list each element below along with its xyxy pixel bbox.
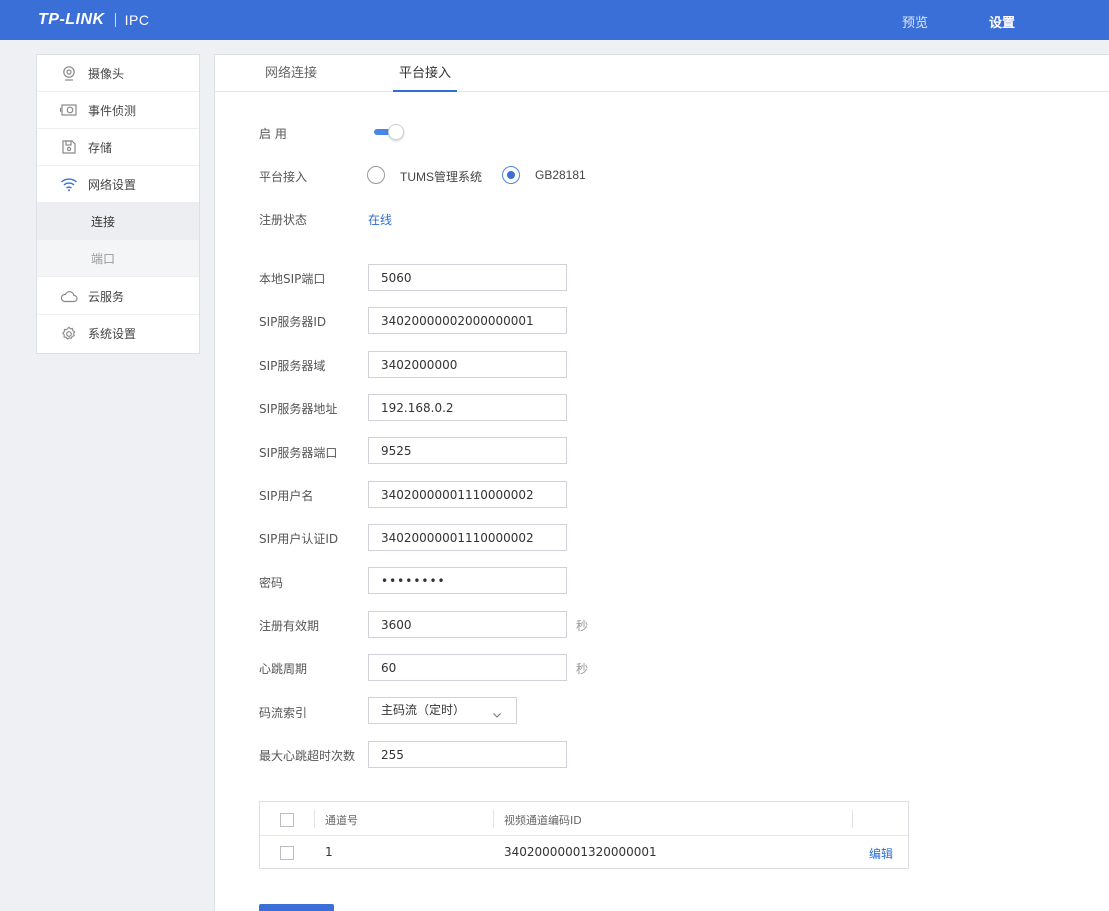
sidebar-item-camera[interactable]: 摄像头 — [37, 55, 199, 92]
sip-server-addr-input[interactable] — [368, 394, 567, 421]
brand-name: TP-LINK — [38, 11, 105, 28]
gear-icon — [60, 325, 78, 343]
max-heartbeat-timeouts-input[interactable] — [368, 741, 567, 768]
camera-icon — [60, 64, 78, 82]
column-divider — [493, 810, 494, 828]
heartbeat-label: 心跳周期 — [259, 662, 308, 676]
sidebar-item-label: 云服务 — [88, 289, 125, 304]
sip-server-domain-label: SIP服务器域 — [259, 359, 326, 373]
product-name: IPC — [124, 12, 150, 28]
reg-status-label: 注册状态 — [259, 213, 308, 227]
radio-tums-label[interactable]: TUMS管理系统 — [400, 168, 482, 185]
table-header: 通道号 视频通道编码ID — [260, 802, 908, 836]
platform-label: 平台接入 — [259, 170, 308, 184]
radio-gb28181[interactable] — [502, 166, 520, 184]
channel-table: 通道号 视频通道编码ID 1 34020000001320000001 编辑 — [259, 801, 909, 869]
channel-number: 1 — [325, 845, 333, 859]
sip-username-input[interactable] — [368, 481, 567, 508]
sidebar-item-storage[interactable]: 存储 — [37, 129, 199, 166]
sip-server-port-input[interactable] — [368, 437, 567, 464]
toggle-knob — [388, 124, 404, 140]
sip-auth-id-label: SIP用户认证ID — [259, 532, 339, 546]
stream-index-value: 主码流（定时） — [381, 703, 466, 717]
chevron-down-icon — [492, 704, 502, 718]
storage-icon — [60, 138, 78, 156]
reg-expiry-label: 注册有效期 — [259, 619, 320, 633]
max-heartbeat-timeouts-label: 最大心跳超时次数 — [259, 749, 356, 763]
sidebar-item-label: 存储 — [88, 140, 113, 155]
save-button[interactable] — [259, 904, 334, 911]
cloud-icon — [60, 287, 78, 305]
enable-toggle[interactable] — [374, 124, 404, 140]
top-bar: TP-LINK IPC 预览 设置 — [0, 0, 1109, 40]
sidebar-item-event-detection[interactable]: 事件侦测 — [37, 92, 199, 129]
sidebar-item-label: 系统设置 — [88, 327, 137, 341]
sidebar-subitem-port[interactable]: 端口 — [37, 240, 199, 277]
sidebar-item-cloud[interactable]: 云服务 — [37, 278, 199, 315]
sip-server-addr-label: SIP服务器地址 — [259, 402, 338, 416]
encode-id: 34020000001320000001 — [504, 845, 657, 859]
local-sip-port-input[interactable] — [368, 264, 567, 291]
heartbeat-input[interactable] — [368, 654, 567, 681]
sip-username-label: SIP用户名 — [259, 489, 314, 503]
sip-server-domain-input[interactable] — [368, 351, 567, 378]
sidebar-item-system[interactable]: 系统设置 — [37, 315, 199, 352]
local-sip-port-label: 本地SIP端口 — [259, 272, 326, 286]
stream-index-select[interactable]: 主码流（定时） — [368, 697, 517, 724]
table-row: 1 34020000001320000001 编辑 — [260, 836, 908, 868]
sidebar-item-label: 事件侦测 — [88, 103, 137, 118]
sidebar: 摄像头 事件侦测 存储 网络设置 连接 端口 云服务 系统设置 — [36, 54, 200, 354]
sidebar-subitem-label: 端口 — [91, 251, 116, 266]
edit-link[interactable]: 编辑 — [869, 845, 893, 862]
nav-settings[interactable]: 设置 — [989, 12, 1015, 31]
sidebar-subitem-label: 连接 — [91, 215, 116, 229]
select-all-checkbox[interactable] — [280, 813, 294, 827]
heartbeat-unit: 秒 — [576, 662, 589, 676]
sidebar-item-network[interactable]: 网络设置 — [37, 166, 199, 203]
logo-divider — [114, 13, 116, 27]
tab-network-connection[interactable]: 网络连接 — [258, 55, 324, 92]
logo: TP-LINK IPC — [38, 11, 149, 29]
reg-status-value: 在线 — [368, 213, 393, 227]
stream-index-label: 码流索引 — [259, 706, 308, 720]
sidebar-item-label: 摄像头 — [88, 66, 125, 81]
enable-label: 启 用 — [259, 127, 287, 141]
password-label: 密码 — [259, 576, 284, 590]
column-divider — [852, 810, 853, 828]
sidebar-subitem-connection[interactable]: 连接 — [37, 203, 199, 240]
password-input[interactable] — [368, 567, 567, 594]
wifi-icon — [60, 175, 78, 193]
column-divider — [314, 810, 315, 828]
sip-auth-id-input[interactable] — [368, 524, 567, 551]
main-panel: 网络连接 平台接入 启 用 平台接入 TUMS管理系统 GB28181 注册状态… — [214, 54, 1109, 911]
column-header-channel: 通道号 — [325, 814, 358, 827]
radio-tums[interactable] — [367, 166, 385, 184]
row-checkbox[interactable] — [280, 846, 294, 860]
reg-expiry-input[interactable] — [368, 611, 567, 638]
reg-expiry-unit: 秒 — [576, 619, 589, 633]
sip-server-port-label: SIP服务器端口 — [259, 446, 338, 460]
tab-bar: 网络连接 平台接入 — [215, 55, 1109, 92]
event-camera-icon — [60, 101, 78, 119]
column-header-encode-id: 视频通道编码ID — [504, 814, 582, 827]
nav-preview[interactable]: 预览 — [902, 12, 928, 31]
tab-platform-access[interactable]: 平台接入 — [393, 55, 457, 92]
sip-server-id-input[interactable] — [368, 307, 567, 334]
sip-server-id-label: SIP服务器ID — [259, 315, 327, 329]
sidebar-item-label: 网络设置 — [88, 177, 137, 192]
radio-gb28181-label[interactable]: GB28181 — [535, 168, 586, 182]
